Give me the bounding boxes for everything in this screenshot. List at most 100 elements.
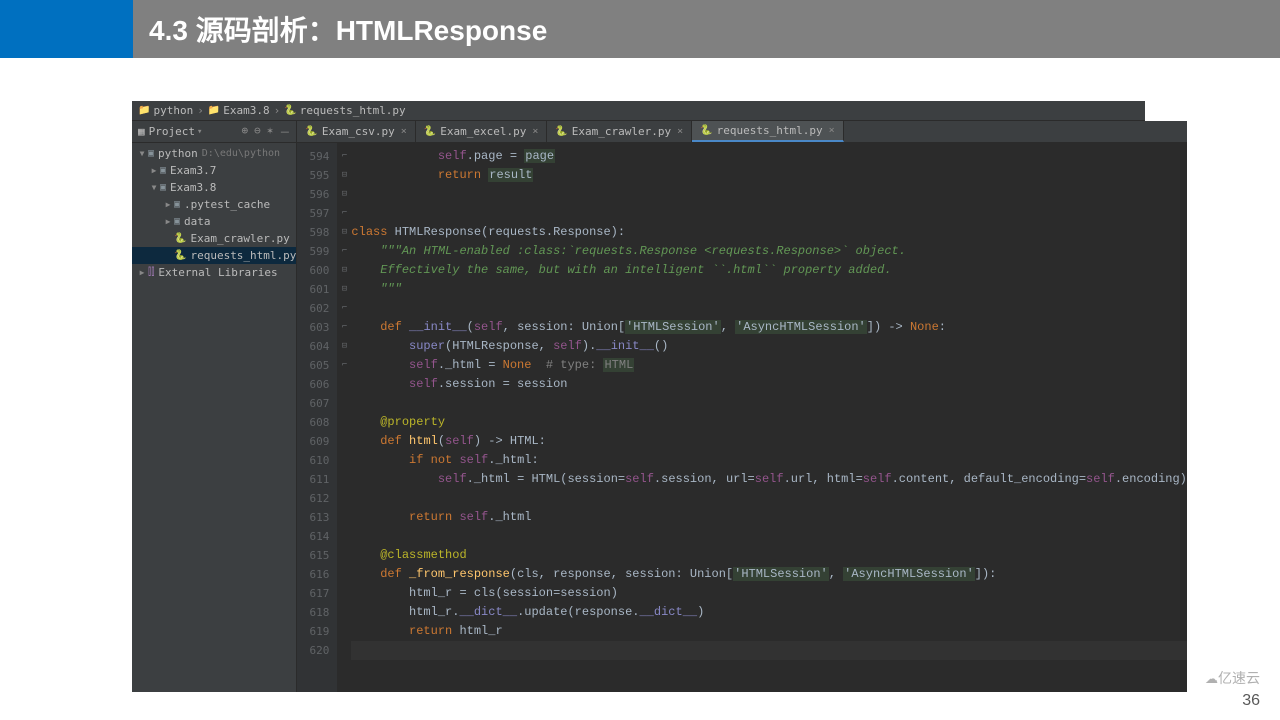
line-number: 615 [297,546,329,565]
external-lib-label: External Libraries [158,266,277,279]
editor-tab[interactable]: 🐍requests_html.py× [692,121,843,142]
code-line[interactable]: self._html = None # type: HTML [351,356,1186,375]
line-number: 619 [297,622,329,641]
line-number: 610 [297,451,329,470]
tree-node[interactable]: ▼▣Exam3.8 [132,179,296,196]
breadcrumb-file: requests_html.py [300,104,406,117]
python-file-icon: 🐍 [284,105,296,116]
tree-node[interactable]: ▶▣Exam3.7 [132,162,296,179]
close-icon[interactable]: × [532,126,538,137]
code-line[interactable]: """ [351,280,1186,299]
breadcrumb[interactable]: 📁 python › 📁 Exam3.8 › 🐍 requests_html.p… [132,101,1145,121]
code-line[interactable] [351,641,1186,660]
tree-root[interactable]: ▼ ▣ python D:\edu\python [132,145,296,162]
code-line[interactable]: self.session = session [351,375,1186,394]
python-file-icon: 🐍 [700,125,712,136]
line-gutter: 5945955965975985996006016026036046056066… [297,143,337,692]
editor-tab[interactable]: 🐍 Exam_excel.py × [416,121,548,142]
collapse-icon[interactable]: ⊕ [242,124,249,140]
code-line[interactable]: Effectively the same, but with an intell… [351,261,1186,280]
breadcrumb-root: python [153,104,193,117]
code-line[interactable]: class HTMLResponse(requests.Response): [351,223,1186,242]
close-icon[interactable]: × [401,126,407,137]
code-line[interactable]: self._html = HTML(session=self.session, … [351,470,1186,489]
fold-marker[interactable]: ⊟ [337,261,351,280]
code-line[interactable]: @classmethod [351,546,1186,565]
folder-icon: 📁 [138,105,150,116]
line-number: 597 [297,204,329,223]
fold-marker[interactable]: ⊟ [337,166,351,185]
chevron-right-icon: ▶ [162,217,174,226]
fold-marker[interactable]: ⊟ [337,337,351,356]
fold-marker[interactable]: ⌐ [337,204,351,223]
line-number: 609 [297,432,329,451]
code-line[interactable]: super(HTMLResponse, self).__init__() [351,337,1186,356]
folder-icon: ▣ [174,216,180,227]
line-number: 616 [297,565,329,584]
python-file-icon: 🐍 [174,250,186,261]
tree-external-libraries[interactable]: ▶ ⫿⫿ External Libraries [132,264,296,281]
code-line[interactable]: html_r.__dict__.update(response.__dict__… [351,603,1186,622]
code-line[interactable]: return html_r [351,622,1186,641]
fold-marker[interactable]: ⌐ [337,242,351,261]
python-file-icon: 🐍 [424,126,436,137]
line-number: 603 [297,318,329,337]
tab-label: Exam_crawler.py [572,125,671,138]
tab-label: Exam_excel.py [440,125,526,138]
code-area[interactable]: 5945955965975985996006016026036046056066… [297,143,1186,692]
line-number: 617 [297,584,329,603]
fold-column[interactable]: ⌐ ⊟⊟ ⌐ ⊟ ⌐ ⊟⊟⌐ ⌐ ⊟ ⌐ [337,143,351,692]
code-line[interactable]: self.page = page [351,147,1186,166]
tree-node[interactable]: 🐍requests_html.py [132,247,296,264]
scroll-from-source-icon[interactable]: ⊖ [254,124,261,140]
line-number: 620 [297,641,329,660]
line-number: 605 [297,356,329,375]
fold-marker[interactable]: ⌐ [337,318,351,337]
code-line[interactable]: """An HTML-enabled :class:`requests.Resp… [351,242,1186,261]
chevron-right-icon: › [197,104,204,117]
code-line[interactable] [351,299,1186,318]
code-line[interactable]: html_r = cls(session=session) [351,584,1186,603]
code-content[interactable]: self.page = page return result class HTM… [351,143,1186,692]
fold-marker[interactable]: ⌐ [337,147,351,166]
code-line[interactable]: @property [351,413,1186,432]
close-icon[interactable]: × [829,125,835,136]
folder-icon: ▣ [160,182,166,193]
fold-marker[interactable]: ⊟ [337,185,351,204]
code-line[interactable]: if not self._html: [351,451,1186,470]
settings-gear-icon[interactable]: ✶ [267,124,274,140]
code-line[interactable]: return self._html [351,508,1186,527]
tree-root-path: D:\edu\python [202,148,280,159]
project-panel-header[interactable]: ▦ Project ▾ ⊕ ⊖ ✶ － [132,121,296,143]
code-line[interactable] [351,394,1186,413]
chevron-right-icon: ▶ [148,166,160,175]
close-icon[interactable]: × [677,126,683,137]
tree-node[interactable]: ▶▣data [132,213,296,230]
code-line[interactable] [351,204,1186,223]
chevron-down-icon: ▼ [136,149,148,158]
fold-marker[interactable]: ⊟ [337,223,351,242]
code-line[interactable]: def _from_response(cls, response, sessio… [351,565,1186,584]
tree-node-label: Exam_crawler.py [190,232,289,245]
line-number: 601 [297,280,329,299]
editor-tab[interactable]: 🐍Exam_csv.py× [297,121,415,142]
code-line[interactable] [351,527,1186,546]
project-dropdown-icon[interactable]: ▦ [138,125,145,138]
chevron-down-icon[interactable]: ▾ [197,127,202,137]
fold-marker[interactable]: ⌐ [337,299,351,318]
tree-node-label: .pytest_cache [184,198,270,211]
code-line[interactable]: def __init__(self, session: Union['HTMLS… [351,318,1186,337]
code-line[interactable] [351,185,1186,204]
fold-marker[interactable]: ⊟ [337,280,351,299]
code-line[interactable]: return result [351,166,1186,185]
fold-marker[interactable]: ⌐ [337,356,351,375]
tree-node[interactable]: 🐍Exam_crawler.py [132,230,296,247]
tree-node[interactable]: ▶▣.pytest_cache [132,196,296,213]
hide-panel-icon[interactable]: － [279,124,290,140]
line-number: 613 [297,508,329,527]
tab-label: Exam_csv.py [322,125,395,138]
project-tree: ▼ ▣ python D:\edu\python ▶▣Exam3.7▼▣Exam… [132,143,296,283]
code-line[interactable]: def html(self) -> HTML: [351,432,1186,451]
code-line[interactable] [351,489,1186,508]
editor-tab[interactable]: 🐍Exam_crawler.py× [547,121,692,142]
